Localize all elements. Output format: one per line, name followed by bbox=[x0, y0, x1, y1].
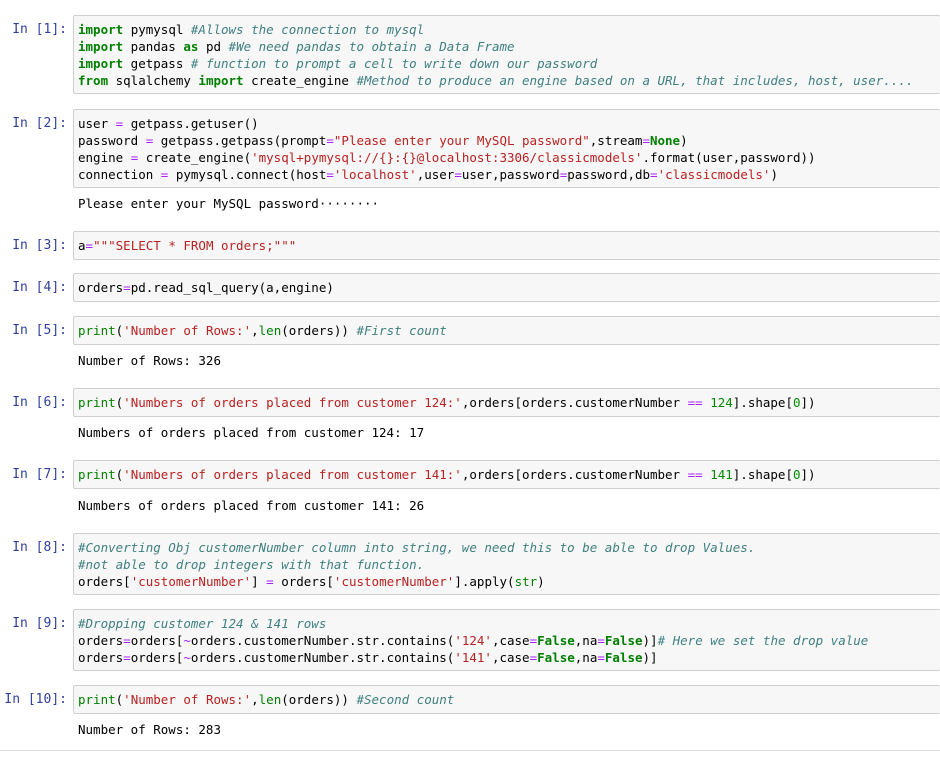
cell-prompt: In [3]: bbox=[12, 238, 67, 253]
cell-output: Numbers of orders placed from customer 1… bbox=[78, 425, 425, 440]
code-token: pymysql bbox=[130, 22, 184, 37]
code-line: print('Numbers of orders placed from cus… bbox=[78, 467, 816, 482]
cell-prompt: In [8]: bbox=[12, 540, 67, 555]
cell-output: Numbers of orders placed from customer 1… bbox=[78, 498, 425, 513]
code-line: print('Number of Rows:',len(orders)) #Se… bbox=[78, 692, 455, 707]
cell-prompt: In [7]: bbox=[12, 467, 67, 482]
code-line: password = getpass.getpass(prompt="Pleas… bbox=[78, 133, 688, 148]
code-line: orders=orders[~orders.customerNumber.str… bbox=[78, 650, 658, 665]
cell-output: Number of Rows: 283 bbox=[78, 722, 221, 737]
cell-prompt: In [1]: bbox=[12, 22, 67, 37]
cell-output: Number of Rows: 326 bbox=[78, 353, 221, 368]
code-input[interactable]: a="""SELECT * FROM orders;""" bbox=[73, 231, 940, 260]
code-line: import getpass # function to prompt a ce… bbox=[78, 56, 598, 71]
code-line: a="""SELECT * FROM orders;""" bbox=[78, 238, 297, 253]
code-line: engine = create_engine('mysql+pymysql://… bbox=[78, 150, 816, 165]
code-line: connection = pymysql.connect(host='local… bbox=[78, 167, 778, 182]
code-line: orders=pd.read_sql_query(a,engine) bbox=[78, 280, 334, 295]
code-input[interactable]: #Converting Obj customerNumber column in… bbox=[73, 533, 940, 595]
code-line: orders['customerNumber'] = orders['custo… bbox=[78, 574, 545, 589]
code-input[interactable]: import pymysql #Allows the connection to… bbox=[73, 15, 940, 94]
code-line: #Converting Obj customerNumber column in… bbox=[78, 540, 756, 555]
code-input[interactable]: print('Numbers of orders placed from cus… bbox=[73, 388, 940, 417]
code-input[interactable]: print('Number of Rows:',len(orders)) #Fi… bbox=[73, 316, 940, 345]
code-input[interactable]: print('Numbers of orders placed from cus… bbox=[73, 460, 940, 489]
code-line: #Dropping customer 124 & 141 rows bbox=[78, 616, 327, 631]
cell-prompt: In [2]: bbox=[12, 116, 67, 131]
code-line: print('Numbers of orders placed from cus… bbox=[78, 395, 816, 410]
cell-prompt: In [6]: bbox=[12, 395, 67, 410]
cell-output: Please enter your MySQL password········ bbox=[78, 196, 380, 211]
cell-prompt: In [5]: bbox=[12, 323, 67, 338]
notebook-bottom-divider bbox=[0, 750, 940, 751]
code-input[interactable]: print('Number of Rows:',len(orders)) #Se… bbox=[73, 685, 940, 714]
cell-prompt: In [9]: bbox=[12, 616, 67, 631]
code-line: from sqlalchemy import create_engine #Me… bbox=[78, 73, 914, 88]
cell-prompt: In [4]: bbox=[12, 280, 67, 295]
code-input[interactable]: orders=pd.read_sql_query(a,engine) bbox=[73, 273, 940, 302]
code-line: user = getpass.getuser() bbox=[78, 116, 259, 131]
code-line: orders=orders[~orders.customerNumber.str… bbox=[78, 633, 869, 648]
code-input[interactable]: #Dropping customer 124 & 141 rows orders… bbox=[73, 609, 940, 671]
code-line: #not able to drop integers with that fun… bbox=[78, 557, 425, 572]
code-line: print('Number of Rows:',len(orders)) #Fi… bbox=[78, 323, 447, 338]
cell-prompt: In [10]: bbox=[4, 692, 67, 707]
code-line: import pymysql #Allows the connection to… bbox=[78, 22, 425, 37]
code-input[interactable]: user = getpass.getuser() password = getp… bbox=[73, 109, 940, 188]
code-line: import pandas as pd #We need pandas to o… bbox=[78, 39, 515, 54]
